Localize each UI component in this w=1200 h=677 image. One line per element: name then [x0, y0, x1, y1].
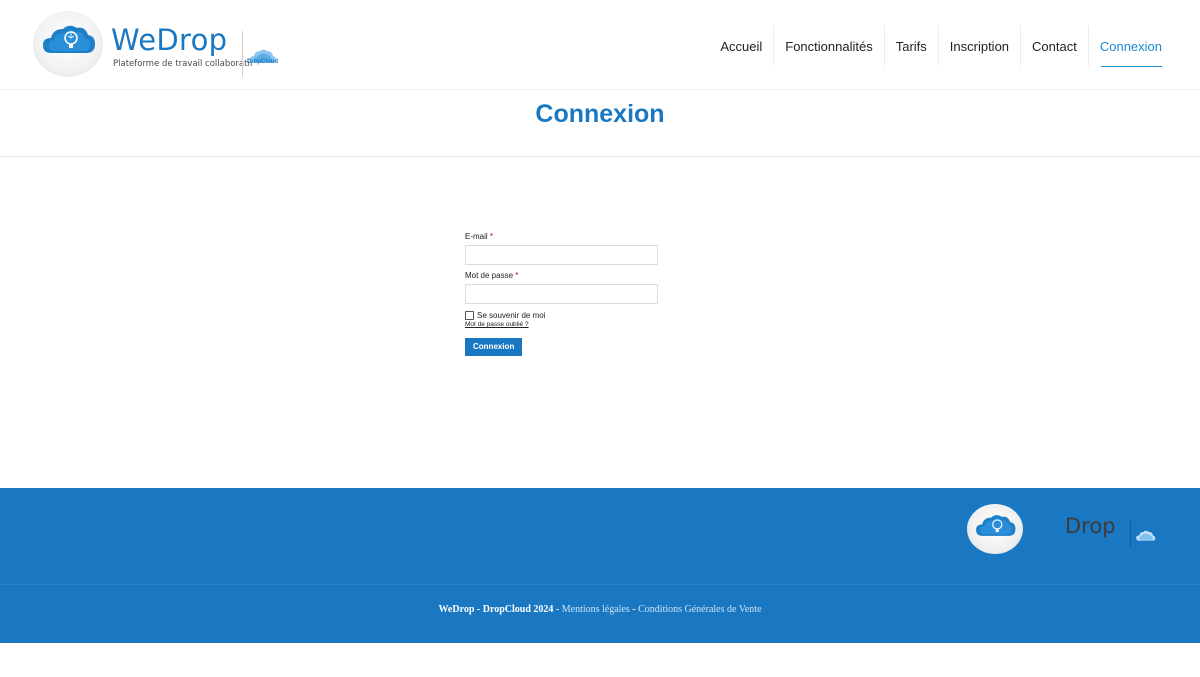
logo-mini-text: DropCloud: [247, 59, 278, 65]
footer-logo-divider: [1130, 520, 1131, 547]
required-mark: *: [515, 271, 519, 280]
logo-title: WeDrop: [111, 23, 228, 57]
logo-divider: [242, 31, 243, 77]
footer-separator: -: [629, 604, 639, 615]
main-nav: Accueil Fonctionnalités Tarifs Inscripti…: [709, 26, 1163, 67]
nav-fonctionnalites[interactable]: Fonctionnalités: [774, 26, 885, 66]
footer-copyright: WeDrop - DropCloud 2024 - Mentions légal…: [0, 604, 1200, 615]
site-header: WeDrop Plateforme de travail collaborati…: [0, 0, 1200, 90]
password-label: Mot de passe *: [465, 271, 659, 280]
footer-brand: WeDrop - DropCloud 2024: [438, 604, 554, 615]
remember-me-checkbox[interactable]: [465, 311, 474, 320]
footer-separator: -: [553, 604, 562, 615]
email-label-text: E-mail: [465, 232, 488, 241]
terms-of-sale-link[interactable]: Conditions Générales de Vente: [638, 604, 761, 615]
logo-subtitle: Plateforme de travail collaboratif: [113, 59, 253, 69]
email-label: E-mail *: [465, 232, 659, 241]
nav-accueil[interactable]: Accueil: [709, 26, 775, 66]
cloud-icon: [250, 49, 276, 63]
footer-logo[interactable]: Drop: [967, 504, 1167, 556]
cloud-lightbulb-icon: [43, 22, 95, 53]
site-footer: Drop WeDrop - DropCloud 2024 - Mentions …: [0, 488, 1200, 643]
logo-badge: [33, 11, 103, 77]
cloud-icon: [1136, 530, 1156, 541]
page-title: Connexion: [535, 100, 665, 128]
nav-connexion[interactable]: Connexion: [1089, 26, 1163, 67]
footer-divider: [0, 584, 1200, 585]
footer-logo-badge: [967, 504, 1023, 554]
password-field[interactable]: [465, 284, 658, 304]
nav-tarifs[interactable]: Tarifs: [885, 26, 939, 66]
site-logo[interactable]: WeDrop Plateforme de travail collaborati…: [33, 11, 283, 79]
password-label-text: Mot de passe: [465, 271, 514, 280]
cloud-lightbulb-icon: [976, 515, 1016, 536]
footer-logo-title: Drop: [1065, 514, 1116, 538]
remember-me-label[interactable]: Se souvenir de moi: [477, 311, 545, 320]
page-title-band: Connexion: [0, 90, 1200, 157]
email-field[interactable]: [465, 245, 658, 265]
remember-me-row: Se souvenir de moi: [465, 311, 659, 320]
forgot-password-link[interactable]: Mot de passe oublié ?: [465, 321, 659, 328]
login-button[interactable]: Connexion: [465, 338, 523, 356]
nav-inscription[interactable]: Inscription: [939, 26, 1022, 66]
nav-contact[interactable]: Contact: [1021, 26, 1089, 66]
login-form: E-mail * Mot de passe * Se souvenir de m…: [465, 232, 659, 356]
legal-notice-link[interactable]: Mentions légales: [562, 604, 630, 615]
required-mark: *: [489, 232, 494, 241]
